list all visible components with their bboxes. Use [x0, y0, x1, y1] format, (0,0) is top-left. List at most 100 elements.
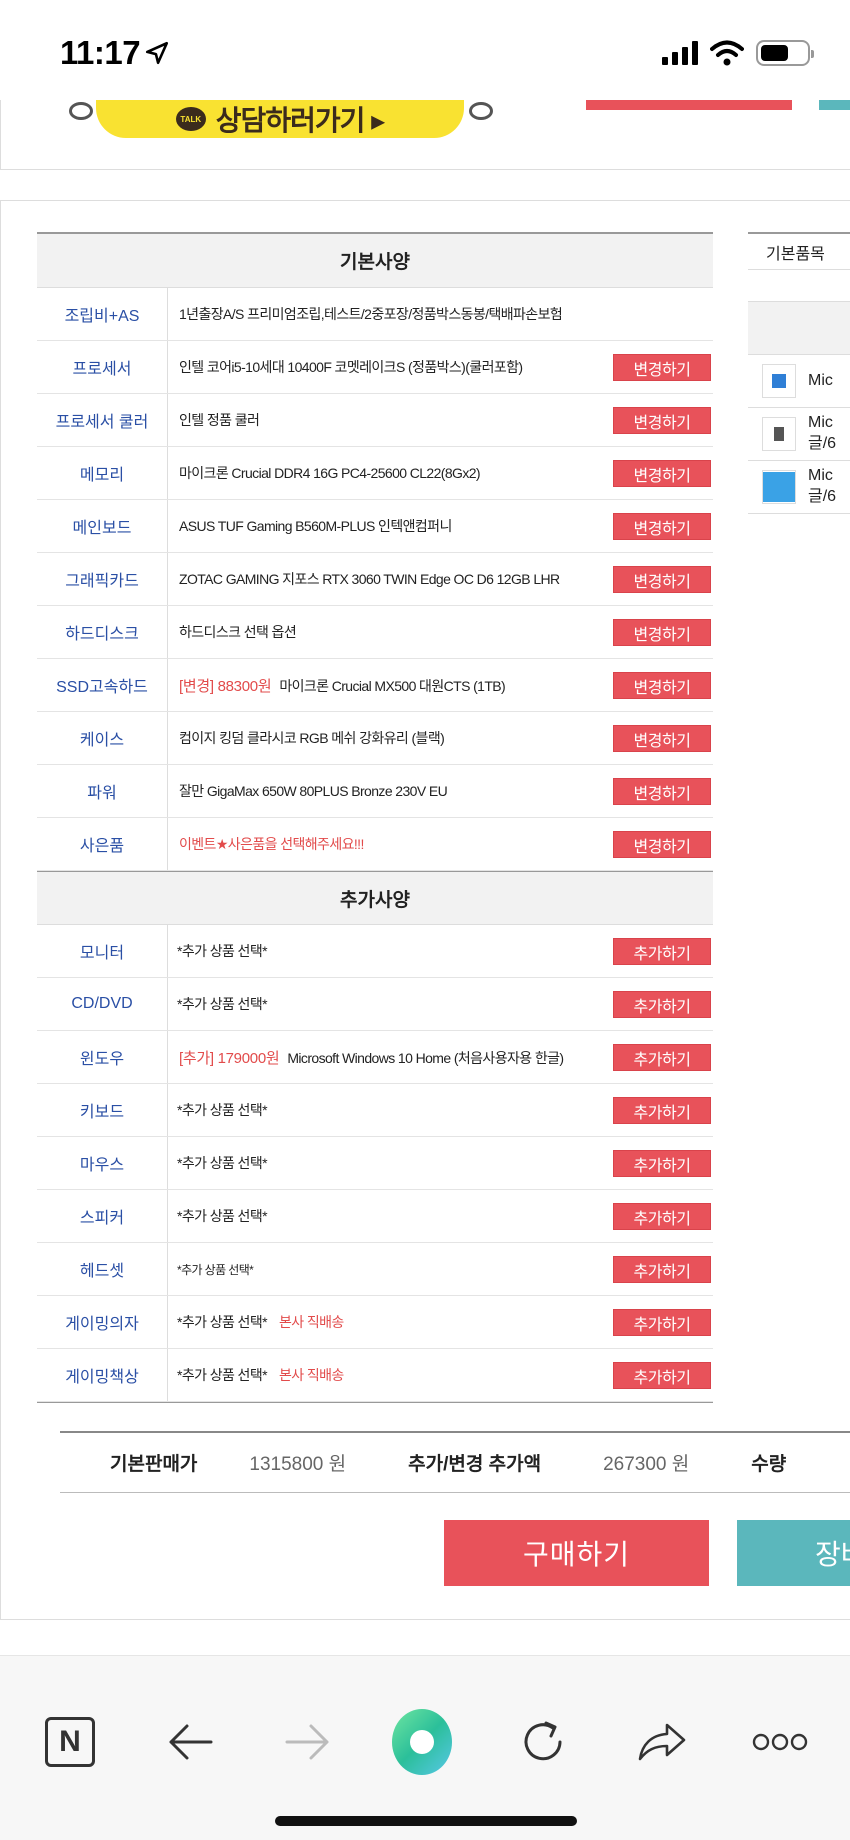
kakao-consult-label: 상담하러가기 ▸ [215, 105, 385, 136]
spec-row: 스피커 *추가 상품 선택* 추가하기 [37, 1190, 713, 1243]
spec-row: 모니터 *추가 상품 선택* 추가하기 [37, 925, 713, 978]
spec-label: 게이밍책상 [37, 1349, 168, 1401]
green-dot-button[interactable] [392, 1709, 452, 1775]
spec-row: 그래픽카드 ZOTAC GAMING 지포스 RTX 3060 TWIN Edge… [37, 553, 713, 606]
share-button[interactable] [632, 1712, 692, 1772]
spec-label: 케이스 [37, 712, 168, 764]
change-item-button[interactable]: 변경하기 [613, 725, 711, 752]
location-arrow-icon [145, 41, 169, 65]
add-item-button[interactable]: 추가하기 [613, 1150, 711, 1177]
wifi-icon [710, 40, 744, 66]
add-item-button[interactable]: 추가하기 [613, 938, 711, 965]
product-thumbnail-icon [762, 364, 796, 398]
direct-delivery-note: 본사 직배송 [278, 1314, 344, 1330]
spec-table: 기본사양 조립비+AS 1년출장A/S 프리미엄조립,테스트/2중포장/정품박스동… [37, 232, 713, 1403]
add-item-button[interactable]: 추가하기 [613, 1097, 711, 1124]
forward-button[interactable] [278, 1712, 338, 1772]
basic-items-panel: 기본품목 Mic Mic 글/6 Mic 글/6 [748, 232, 850, 514]
status-bar: 11:17 [0, 0, 850, 100]
spec-value: 인텔 정품 쿨러 [179, 412, 260, 428]
spec-label: 모니터 [37, 925, 168, 977]
reload-icon [524, 1721, 562, 1761]
cart-button[interactable]: 장바 [737, 1520, 850, 1586]
spec-label: 그래픽카드 [37, 553, 168, 605]
spec-row: 메모리 마이크론 Crucial DDR4 16G PC4-25600 CL22(… [37, 447, 713, 500]
change-item-button[interactable]: 변경하기 [613, 566, 711, 593]
price-summary: 기본판매가 1315800 원 추가/변경 추가액 267300 원 수량 [60, 1431, 850, 1493]
back-arrow-icon [169, 1724, 213, 1760]
add-item-button[interactable]: 추가하기 [613, 1256, 711, 1283]
change-item-button[interactable]: 변경하기 [613, 672, 711, 699]
basic-item-row[interactable]: Mic [748, 355, 850, 408]
basic-item-detail: 글/6 [808, 488, 837, 505]
kakao-consult-button[interactable]: TALK 상담하러가기 ▸ [96, 100, 464, 138]
spec-label: 스피커 [37, 1190, 168, 1242]
add-item-button[interactable]: 추가하기 [613, 1203, 711, 1230]
change-item-button[interactable]: 변경하기 [613, 460, 711, 487]
change-item-button[interactable]: 변경하기 [613, 619, 711, 646]
spec-row: 하드디스크 하드디스크 선택 옵션 변경하기 [37, 606, 713, 659]
base-price-label: 기본판매가 [110, 1454, 198, 1475]
change-item-button[interactable]: 변경하기 [613, 407, 711, 434]
add-item-button[interactable]: 추가하기 [613, 1044, 711, 1071]
spec-value: ASUS TUF Gaming B560M-PLUS 인텍앤컴퍼니 [179, 518, 452, 534]
top-banner: TALK 상담하러가기 ▸ [0, 100, 850, 170]
basic-item-name: Mic [808, 467, 833, 485]
base-price-value: 1315800 원 [249, 1454, 347, 1475]
spec-row: 게이밍의자 *추가 상품 선택* 본사 직배송 추가하기 [37, 1296, 713, 1349]
spec-value: ZOTAC GAMING 지포스 RTX 3060 TWIN Edge OC D… [179, 571, 560, 587]
more-menu-button[interactable] [750, 1712, 810, 1772]
decoration-icon [469, 102, 493, 120]
change-item-button[interactable]: 변경하기 [613, 513, 711, 540]
spec-label: 헤드셋 [37, 1243, 168, 1295]
more-dots-icon [752, 1733, 808, 1751]
spec-label: 메인보드 [37, 500, 168, 552]
spec-label: CD/DVD [37, 978, 168, 1030]
windows-logo-icon [762, 470, 796, 504]
reload-button[interactable] [513, 1712, 573, 1772]
spec-value: 마이크론 Crucial DDR4 16G PC4-25600 CL22(8Gx… [179, 465, 481, 481]
green-dot-icon [392, 1709, 452, 1775]
spec-value: 마이크론 Crucial MX500 대원CTS (1TB) [279, 677, 506, 694]
spec-label: 프로세서 [37, 341, 168, 393]
change-item-button[interactable]: 변경하기 [613, 831, 711, 858]
spec-row: 사은품 이벤트★사은품을 선택해주세요!!! 변경하기 [37, 818, 713, 871]
basic-items-grey-row [748, 302, 850, 355]
spec-label: 조립비+AS [37, 288, 168, 340]
basic-item-row[interactable]: Mic 글/6 [748, 408, 850, 461]
spec-value: *추가 상품 선택* [177, 996, 268, 1012]
spec-value: 1년출장A/S 프리미엄조립,테스트/2중포장/정품박스동봉/택배파손보험 [179, 306, 563, 322]
change-item-button[interactable]: 변경하기 [613, 354, 711, 381]
buy-button[interactable]: 구매하기 [444, 1520, 709, 1586]
extra-price-label: 추가/변경 추가액 [408, 1454, 542, 1475]
extra-price-value: 267300 원 [603, 1454, 690, 1475]
naver-home-button[interactable]: N [40, 1712, 100, 1772]
spec-value: Microsoft Windows 10 Home (처음사용자용 한글) [287, 1049, 564, 1066]
basic-item-row[interactable]: Mic 글/6 [748, 461, 850, 514]
spec-row: CD/DVD *추가 상품 선택* 추가하기 [37, 978, 713, 1031]
spec-row: SSD고속하드 [변경] 88300원 마이크론 Crucial MX500 대원C… [37, 659, 713, 712]
extra-spec-title: 추가사양 [37, 871, 713, 925]
add-item-button[interactable]: 추가하기 [613, 1362, 711, 1389]
change-item-button[interactable]: 변경하기 [613, 778, 711, 805]
spec-value: *추가 상품 선택* [177, 943, 268, 959]
spec-value: *추가 상품 선택* [177, 1262, 254, 1277]
spec-label: 마우스 [37, 1137, 168, 1189]
red-tab-bar[interactable] [586, 100, 792, 110]
add-item-button[interactable]: 추가하기 [613, 1309, 711, 1336]
kakao-talk-icon: TALK [175, 107, 206, 131]
spec-value: 이벤트★사은품을 선택해주세요!!! [179, 836, 364, 852]
spec-price: [변경] 88300원 [179, 677, 272, 695]
spec-value: 잘만 GigaMax 650W 80PLUS Bronze 230V EU [179, 783, 448, 799]
spec-label: 윈도우 [37, 1031, 168, 1083]
naver-logo-icon: N [45, 1717, 95, 1767]
add-item-button[interactable]: 추가하기 [613, 991, 711, 1018]
direct-delivery-note: 본사 직배송 [278, 1367, 344, 1383]
teal-tab-bar[interactable] [819, 100, 850, 110]
spec-row: 윈도우 [추가] 179000원 Microsoft Windows 10 Home… [37, 1031, 713, 1084]
spec-label: 사은품 [37, 818, 168, 870]
basic-item-detail: 글/6 [808, 435, 837, 452]
basic-item-name: Mic [808, 371, 833, 389]
back-button[interactable] [160, 1712, 220, 1772]
spec-label: 파워 [37, 765, 168, 817]
